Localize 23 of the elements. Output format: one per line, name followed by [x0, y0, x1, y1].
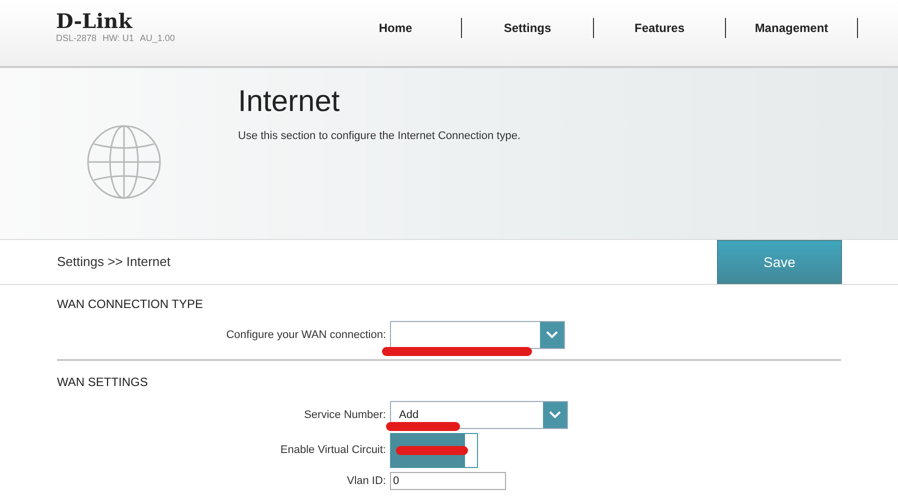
breadcrumb: Settings >> Internet	[57, 253, 172, 272]
select-field[interactable]	[390, 321, 565, 349]
field-label: Vlan ID:	[346, 474, 387, 489]
model-text: DSL-2878	[56, 32, 97, 45]
field-label: Configure your WAN connection:	[225, 328, 387, 343]
section-title: WAN CONNECTION TYPE	[57, 296, 204, 313]
page-description: Use this section to configure the Internet Connection type.	[238, 129, 520, 144]
nav-link[interactable]: Home	[330, 19, 461, 37]
hardware-text: HW: U1	[102, 32, 134, 45]
nav-link[interactable]: Features	[594, 19, 725, 37]
field-label: Service Number:	[303, 408, 387, 423]
nav-link[interactable]: Settings	[462, 19, 593, 37]
field-label: Enable Virtual Circuit:	[279, 443, 387, 458]
chevron-down-icon	[540, 322, 564, 348]
select-field[interactable]: Add	[390, 401, 568, 429]
chevron-down-icon	[543, 402, 567, 428]
page-title: Internet	[238, 84, 341, 120]
firmware-text: AU_1.00	[140, 32, 175, 45]
section-title: WAN SETTINGS	[57, 374, 149, 391]
vlan-id-field[interactable]: 0	[390, 472, 506, 490]
logo: D-Link	[56, 10, 134, 32]
globe-icon	[86, 124, 162, 200]
nav-link[interactable]: Management	[726, 19, 857, 37]
